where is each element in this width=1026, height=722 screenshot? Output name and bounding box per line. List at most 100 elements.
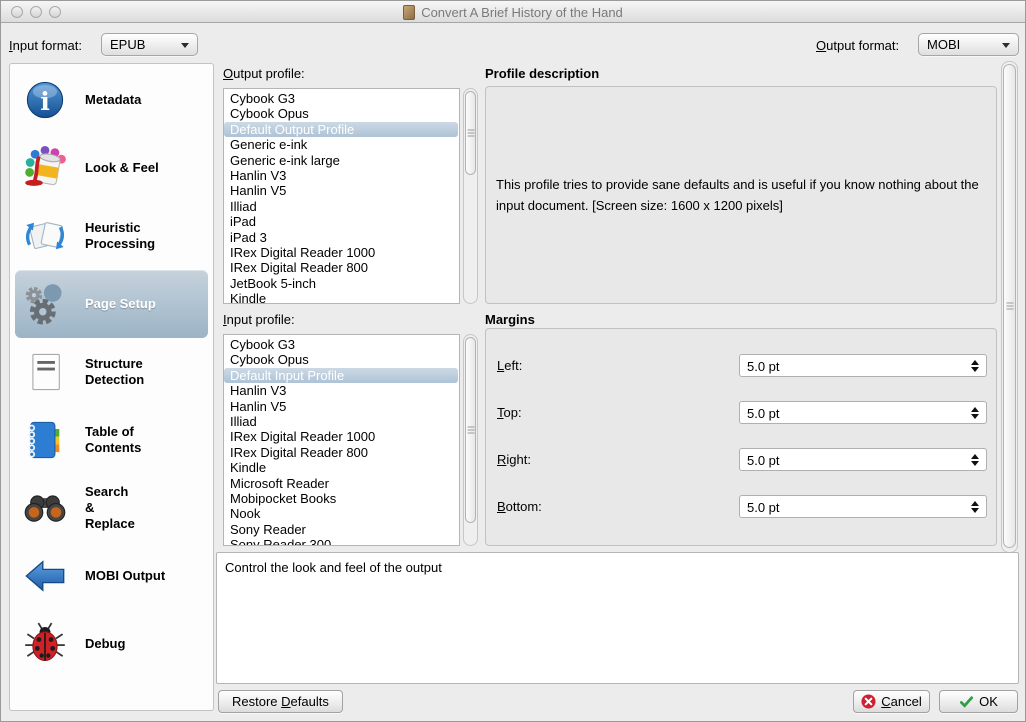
output-format-label: Output format: xyxy=(816,38,899,53)
margin-top-spinbox[interactable]: 5.0 pt xyxy=(739,401,987,424)
pages-arrows-icon xyxy=(15,214,75,258)
margin-left-value: 5.0 pt xyxy=(747,359,780,374)
sidebar: i Metadata xyxy=(9,63,214,711)
window-title: Convert A Brief History of the Hand xyxy=(421,5,623,20)
sidebar-item-label: Page Setup xyxy=(85,296,156,312)
sidebar-item-page-setup[interactable]: Page Setup xyxy=(15,270,208,338)
margins-group: Left: 5.0 pt Top: 5.0 pt Right: 5.0 pt B… xyxy=(485,328,997,546)
stepper-arrows-icon[interactable] xyxy=(971,449,979,470)
list-item[interactable]: IRex Digital Reader 800 xyxy=(224,445,459,460)
titlebar[interactable]: Convert A Brief History of the Hand xyxy=(1,1,1025,23)
margin-right-row: Right: 5.0 pt xyxy=(486,448,996,471)
list-item[interactable]: Mobipocket Books xyxy=(224,491,459,506)
sidebar-item-metadata[interactable]: i Metadata xyxy=(15,66,208,134)
sidebar-item-label: MOBI Output xyxy=(85,568,165,584)
list-item[interactable]: Nook xyxy=(224,506,459,521)
list-item[interactable]: Cybook G3 xyxy=(224,337,459,352)
sidebar-item-label: Look & Feel xyxy=(85,160,159,176)
margin-bottom-value: 5.0 pt xyxy=(747,500,780,515)
sidebar-item-look-and-feel[interactable]: Look & Feel xyxy=(15,134,208,202)
sidebar-item-structure-detection[interactable]: Structure Detection xyxy=(15,338,208,406)
chevron-down-icon xyxy=(1002,43,1010,48)
title-area: Convert A Brief History of the Hand xyxy=(1,1,1025,23)
info-icon: i xyxy=(15,78,75,122)
list-item[interactable]: Generic e-ink xyxy=(224,137,459,152)
cancel-label: Cancel xyxy=(881,694,921,709)
profile-description-text: This profile tries to provide sane defau… xyxy=(486,174,996,216)
output-profile-scrollbar[interactable] xyxy=(463,88,478,304)
margin-bottom-label: Bottom: xyxy=(497,499,542,514)
margin-right-label: Right: xyxy=(497,452,531,467)
output-format-select[interactable]: MOBI xyxy=(918,33,1019,56)
margin-bottom-row: Bottom: 5.0 pt xyxy=(486,495,996,518)
sidebar-item-debug[interactable]: Debug xyxy=(15,610,208,678)
output-profile-list[interactable]: Cybook G3Cybook OpusDefault Output Profi… xyxy=(223,88,460,304)
sidebar-item-search-replace[interactable]: Search & Replace xyxy=(15,474,208,542)
list-item[interactable]: Kindle xyxy=(224,291,459,304)
list-item[interactable]: Cybook G3 xyxy=(224,91,459,106)
restore-defaults-button[interactable]: Restore Defaults xyxy=(218,690,343,713)
sidebar-item-label: Table of Contents xyxy=(85,424,141,456)
margins-title: Margins xyxy=(485,312,535,327)
sidebar-item-label: Structure Detection xyxy=(85,356,144,388)
output-format-value: MOBI xyxy=(927,37,960,52)
panel-description-box: Control the look and feel of the output xyxy=(216,552,1019,684)
paint-can-icon xyxy=(15,146,75,190)
list-item[interactable]: IRex Digital Reader 1000 xyxy=(224,429,459,444)
list-item[interactable]: Hanlin V3 xyxy=(224,383,459,398)
sidebar-item-label: Heuristic Processing xyxy=(85,220,155,252)
scrollbar-thumb[interactable] xyxy=(465,91,476,175)
list-item[interactable]: Illiad xyxy=(224,199,459,214)
list-item[interactable]: Sony Reader 300 xyxy=(224,537,459,546)
margin-right-spinbox[interactable]: 5.0 pt xyxy=(739,448,987,471)
input-profile-scrollbar[interactable] xyxy=(463,334,478,546)
profile-description-title: Profile description xyxy=(485,66,599,81)
sidebar-item-table-of-contents[interactable]: Table of Contents xyxy=(15,406,208,474)
restore-defaults-label: Restore Defaults xyxy=(232,694,329,709)
list-item[interactable]: IRex Digital Reader 800 xyxy=(224,260,459,275)
ok-label: OK xyxy=(979,694,998,709)
margin-left-label: Left: xyxy=(497,358,522,373)
left-arrow-icon xyxy=(15,554,75,598)
list-item[interactable]: iPad xyxy=(224,214,459,229)
scrollbar-thumb[interactable] xyxy=(465,337,476,523)
list-item[interactable]: IRex Digital Reader 1000 xyxy=(224,245,459,260)
input-format-select[interactable]: EPUB xyxy=(101,33,198,56)
chevron-down-icon xyxy=(181,43,189,48)
list-item[interactable]: Microsoft Reader xyxy=(224,476,459,491)
panel-scrollbar[interactable] xyxy=(1001,61,1018,553)
list-item[interactable]: Hanlin V5 xyxy=(224,183,459,198)
stepper-arrows-icon[interactable] xyxy=(971,402,979,423)
stepper-arrows-icon[interactable] xyxy=(971,355,979,376)
list-item[interactable]: Hanlin V3 xyxy=(224,168,459,183)
ladybug-icon xyxy=(15,622,75,666)
margin-left-spinbox[interactable]: 5.0 pt xyxy=(739,354,987,377)
list-item[interactable]: Sony Reader xyxy=(224,522,459,537)
margin-right-value: 5.0 pt xyxy=(747,453,780,468)
margin-top-row: Top: 5.0 pt xyxy=(486,401,996,424)
input-format-label: Input format: xyxy=(9,38,82,53)
input-profile-list[interactable]: Cybook G3Cybook OpusDefault Input Profil… xyxy=(223,334,460,546)
binoculars-icon xyxy=(15,486,75,530)
list-item[interactable]: Generic e-ink large xyxy=(224,153,459,168)
notebook-icon xyxy=(15,418,75,462)
list-item[interactable]: Default Input Profile xyxy=(224,368,458,383)
list-item[interactable]: Kindle xyxy=(224,460,459,475)
sidebar-item-label: Debug xyxy=(85,636,125,652)
cancel-button[interactable]: Cancel xyxy=(853,690,930,713)
list-item[interactable]: Cybook Opus xyxy=(224,106,459,121)
list-item[interactable]: Hanlin V5 xyxy=(224,399,459,414)
list-item[interactable]: Cybook Opus xyxy=(224,352,459,367)
input-profile-label: Input profile: xyxy=(223,312,295,327)
scrollbar-thumb[interactable] xyxy=(1003,64,1016,548)
list-item[interactable]: iPad 3 xyxy=(224,230,459,245)
list-item[interactable]: Default Output Profile xyxy=(224,122,458,137)
document-lines-icon xyxy=(15,350,75,394)
list-item[interactable]: Illiad xyxy=(224,414,459,429)
sidebar-item-mobi-output[interactable]: MOBI Output xyxy=(15,542,208,610)
margin-bottom-spinbox[interactable]: 5.0 pt xyxy=(739,495,987,518)
sidebar-item-heuristic-processing[interactable]: Heuristic Processing xyxy=(15,202,208,270)
ok-button[interactable]: OK xyxy=(939,690,1018,713)
stepper-arrows-icon[interactable] xyxy=(971,496,979,517)
list-item[interactable]: JetBook 5-inch xyxy=(224,276,459,291)
